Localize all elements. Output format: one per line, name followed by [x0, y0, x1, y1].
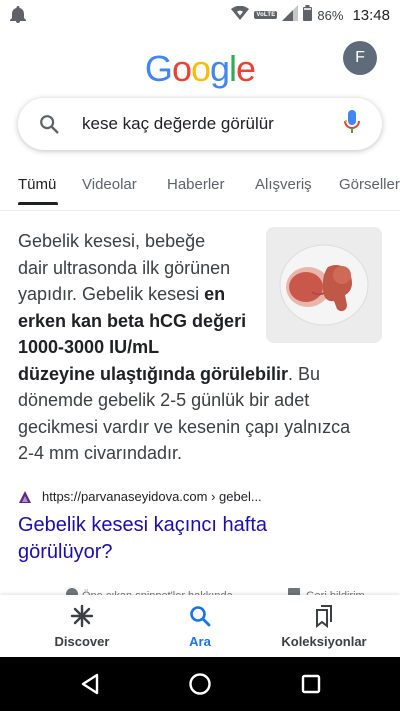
active-tab-indicator [18, 202, 58, 205]
notification-bell-icon [10, 6, 26, 29]
system-navigation-bar [0, 657, 400, 711]
divider [0, 210, 400, 211]
nav-discover[interactable]: Discover [27, 603, 137, 649]
result-title-line: görülüyor? [18, 541, 113, 563]
asterisk-icon [27, 603, 137, 629]
search-icon [145, 603, 255, 629]
collections-icon [269, 603, 379, 629]
snippet-line: düzeyine ulaştığında görülebilir. Bu [18, 363, 321, 384]
google-logo[interactable]: Google [0, 48, 400, 90]
logo-letter: l [229, 48, 237, 89]
nav-koleksiyonlar[interactable]: Koleksiyonlar [269, 603, 379, 649]
search-input[interactable]: kese kaç değerde görülür [82, 114, 344, 134]
logo-letter: o [190, 48, 211, 89]
result-title-line: Gebelik kesesi kaçıncı hafta [18, 514, 268, 536]
back-icon[interactable] [78, 672, 102, 696]
tab-haberler[interactable]: Haberler [167, 176, 225, 193]
tab-videolar[interactable]: Videolar [82, 176, 137, 193]
battery-icon [303, 4, 313, 26]
status-bar: VoLTE 86% 13:48 [0, 0, 400, 30]
search-tabs: Tümü Videolar Haberler Alışveriş Görsell… [0, 170, 400, 206]
tab-alisveris[interactable]: Alışveriş [255, 176, 312, 193]
snippet-line: 2-4 mm civarındadır. [18, 443, 183, 463]
signal-icon [282, 4, 299, 26]
nav-ara[interactable]: Ara [145, 603, 255, 649]
snippet-line: dönemde gebelik 2-5 günlük bir adet [18, 390, 310, 410]
logo-letter: g [210, 48, 230, 89]
search-icon [38, 113, 60, 135]
result-title-link[interactable]: Gebelik kesesi kaçıncı hafta görülüyor? [18, 512, 338, 566]
recents-icon[interactable] [299, 672, 323, 696]
site-favicon-icon [18, 490, 32, 504]
avatar[interactable]: F [343, 41, 377, 75]
logo-letter: o [171, 48, 192, 89]
snippet-line: gecikmesi vardır ve kesenin çapı yalnızc… [18, 416, 351, 437]
tab-tumu[interactable]: Tümü [18, 176, 56, 193]
snippet-thumbnail[interactable] [266, 227, 382, 343]
result-source[interactable]: https://parvanaseyidova.com › gebel... [18, 489, 262, 504]
search-box[interactable]: kese kaç değerde görülür [18, 98, 382, 150]
volte-badge: VoLTE [254, 11, 278, 19]
battery-percent: 86% [317, 7, 344, 23]
microphone-icon[interactable] [344, 109, 360, 140]
home-icon[interactable] [188, 672, 212, 696]
logo-letter: G [144, 48, 173, 89]
result-url: https://parvanaseyidova.com › gebel... [42, 489, 262, 504]
clock: 13:48 [352, 6, 390, 24]
wifi-icon [231, 5, 250, 25]
tab-gorseller[interactable]: Görseller [339, 176, 400, 193]
logo-letter: e [236, 48, 256, 89]
bottom-navigation: Discover Ara Koleksiyonlar [0, 595, 400, 657]
